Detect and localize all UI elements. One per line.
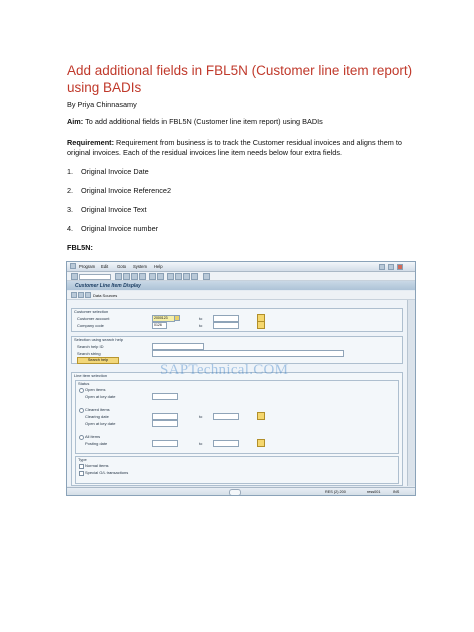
- info-icon[interactable]: [85, 292, 91, 298]
- sap-screen-title: Customer Line Item Display: [75, 283, 141, 289]
- cleared-items-radio[interactable]: [79, 408, 84, 413]
- list-item: 4. Original Invoice number: [67, 224, 159, 233]
- clearing-date-label: Clearing date: [85, 414, 109, 419]
- all-items-label: All items: [85, 434, 101, 439]
- sap-system-toolbar: [67, 272, 415, 281]
- aim-text: To add additional fields in FBL5N (Custo…: [83, 117, 323, 126]
- special-gl-checkbox[interactable]: [79, 471, 84, 476]
- vertical-scrollbar[interactable]: [407, 300, 415, 486]
- multiple-selection-button[interactable]: [257, 321, 265, 329]
- normal-items-checkbox[interactable]: [79, 464, 84, 469]
- status-mode-info: INS: [393, 490, 400, 494]
- first-page-icon[interactable]: [167, 273, 174, 280]
- aim-label: Aim:: [67, 117, 84, 126]
- company-code-field[interactable]: 0126: [152, 322, 167, 329]
- posting-date-to-field[interactable]: [213, 440, 239, 447]
- sap-status-logo: [229, 489, 241, 495]
- value-help-icon[interactable]: [174, 315, 180, 321]
- open-items-radio[interactable]: [79, 388, 84, 393]
- section-heading: FBL5N:: [67, 243, 93, 252]
- watermark-text: SAPTechnical.COM: [160, 362, 289, 378]
- search-string-field[interactable]: [152, 350, 344, 357]
- requirement-text: Requirement from business is to track th…: [67, 138, 402, 157]
- list-item: 3. Original Invoice Text: [67, 205, 147, 214]
- open-key-date2-field[interactable]: [152, 420, 178, 427]
- data-sources-button[interactable]: Data Sources: [93, 293, 117, 298]
- company-code-label: Company code: [77, 323, 104, 328]
- multiple-selection-button[interactable]: [257, 412, 265, 420]
- find-icon[interactable]: [157, 273, 164, 280]
- command-field[interactable]: [79, 274, 111, 280]
- next-page-icon[interactable]: [183, 273, 190, 280]
- list-item: 1. Original Invoice Date: [67, 167, 149, 176]
- menu-item-edit[interactable]: Edit: [101, 264, 108, 269]
- all-items-radio[interactable]: [79, 435, 84, 440]
- open-key-date-label: Open at key date: [85, 394, 116, 399]
- to-label: to: [199, 316, 203, 321]
- page-title: Add additional fields in FBL5N (Customer…: [67, 63, 413, 95]
- sap-application-toolbar: Data Sources: [67, 291, 415, 300]
- status-server-info: ress001: [367, 490, 381, 494]
- to-label: to: [199, 414, 203, 419]
- posting-date-label: Posting date: [85, 441, 108, 446]
- print-icon[interactable]: [149, 273, 156, 280]
- open-key-date2-label: Open at key date: [85, 421, 116, 426]
- customer-account-field[interactable]: 2000123: [152, 315, 175, 322]
- sap-screen-title-bar: Customer Line Item Display: [67, 281, 415, 290]
- minimize-icon[interactable]: [379, 264, 385, 270]
- open-key-date-field[interactable]: [152, 393, 178, 400]
- customer-account-to-field[interactable]: [213, 315, 239, 322]
- menu-item-help[interactable]: Help: [154, 264, 163, 269]
- variant-icon[interactable]: [78, 292, 84, 298]
- special-gl-label: Special G/L transactions: [85, 470, 129, 475]
- save-icon[interactable]: [115, 273, 122, 280]
- open-items-label: Open items: [85, 387, 106, 392]
- close-icon[interactable]: [397, 264, 403, 270]
- sap-menubar: Program Edit Goto System Help: [67, 262, 415, 272]
- requirement-paragraph: Requirement: Requirement from business i…: [67, 138, 412, 158]
- search-help-button[interactable]: Search help: [77, 357, 119, 364]
- search-help-id-field[interactable]: [152, 343, 204, 350]
- multiple-selection-button[interactable]: [257, 439, 265, 447]
- prev-page-icon[interactable]: [175, 273, 182, 280]
- maximize-icon[interactable]: [388, 264, 394, 270]
- type-header: Type: [78, 457, 87, 462]
- exit-icon[interactable]: [131, 273, 138, 280]
- status-header: Status: [78, 381, 90, 386]
- list-item: 2. Original Invoice Reference2: [67, 186, 172, 195]
- normal-items-label: Normal items: [85, 463, 109, 468]
- sap-status-bar: RES (2) 200 ress001 INS: [67, 487, 415, 495]
- line-item-selection-header: Line item selection: [74, 373, 108, 378]
- clearing-date-field[interactable]: [152, 413, 178, 420]
- author-line: By Priya Chinnasamy: [67, 100, 137, 109]
- enter-icon[interactable]: [71, 273, 78, 280]
- clearing-date-to-field[interactable]: [213, 413, 239, 420]
- cancel-icon[interactable]: [139, 273, 146, 280]
- aim-paragraph: Aim: To add additional fields in FBL5N (…: [67, 117, 412, 127]
- to-label: to: [199, 323, 203, 328]
- cleared-items-label: Cleared items: [85, 407, 110, 412]
- menu-item-system[interactable]: System: [133, 264, 147, 269]
- execute-icon[interactable]: [71, 292, 77, 298]
- help-icon[interactable]: [203, 273, 210, 280]
- company-code-to-field[interactable]: [213, 322, 239, 329]
- sap-selection-screen: Customer selection Customer account 2000…: [67, 300, 407, 486]
- search-string-label: Search string: [77, 351, 101, 356]
- customer-account-label: Customer account: [77, 316, 110, 321]
- back-icon[interactable]: [123, 273, 130, 280]
- menu-item-program[interactable]: Program: [79, 264, 95, 269]
- customer-selection-header: Customer selection: [74, 309, 109, 314]
- status-system-info: RES (2) 200: [325, 490, 346, 494]
- search-help-id-label: Search help ID: [77, 344, 104, 349]
- menu-item-goto[interactable]: Goto: [117, 264, 126, 269]
- to-label: to: [199, 441, 203, 446]
- requirement-label: Requirement:: [67, 138, 115, 147]
- sap-logo-icon: [70, 263, 76, 269]
- posting-date-field[interactable]: [152, 440, 178, 447]
- search-help-header: Selection using search help: [74, 337, 123, 342]
- last-page-icon[interactable]: [191, 273, 198, 280]
